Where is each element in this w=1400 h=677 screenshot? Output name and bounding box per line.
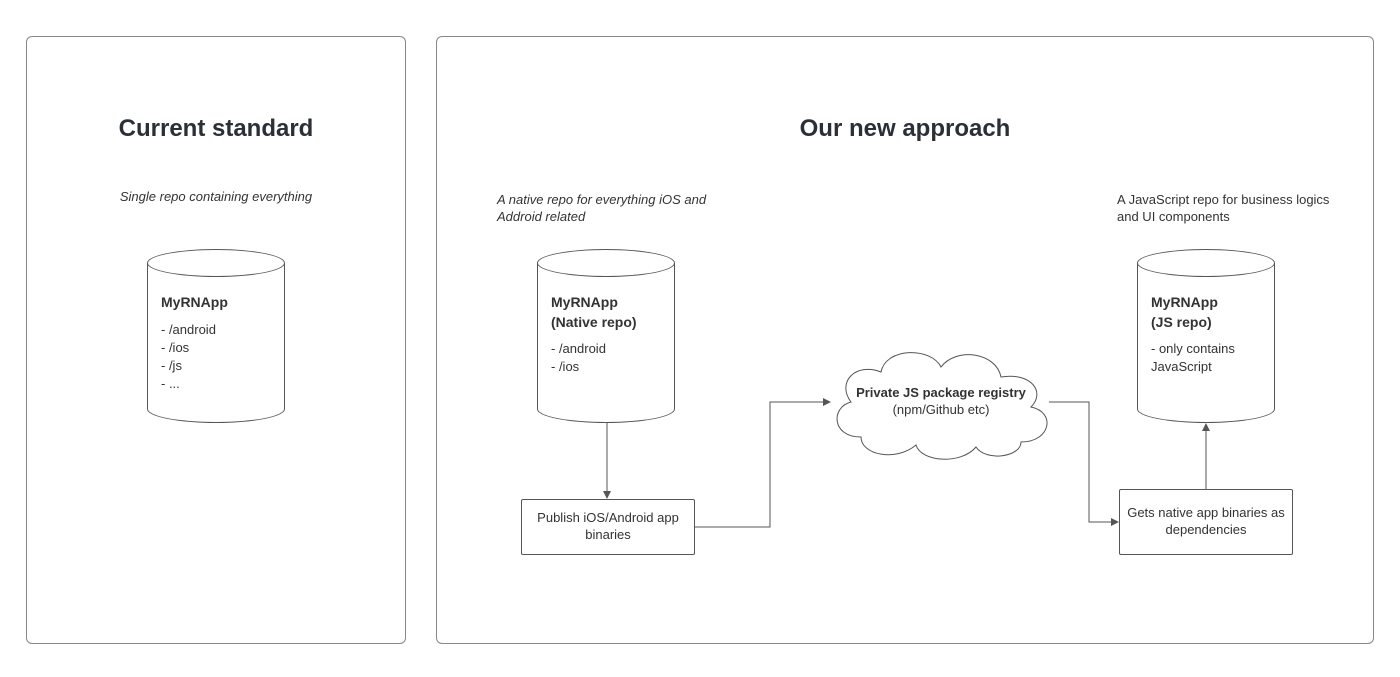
repo-item: - /js xyxy=(161,357,271,375)
repo-item: - ... xyxy=(161,375,271,393)
arrow-gets-to-js xyxy=(1201,423,1211,489)
repo-item: - /ios xyxy=(161,339,271,357)
panel-new-approach: Our new approach A native repo for every… xyxy=(436,36,1374,644)
repo-item: - /android xyxy=(161,321,271,339)
repo-paren-native: (Native repo) xyxy=(551,313,661,333)
panel-current-standard: Current standard Single repo containing … xyxy=(26,36,406,644)
repo-paren-js: (JS repo) xyxy=(1151,313,1261,333)
box-publish: Publish iOS/Android app binaries xyxy=(521,499,695,555)
repo-name-js: MyRNApp xyxy=(1151,293,1261,313)
cylinder-current-repo: MyRNApp - /android - /ios - /js - ... xyxy=(147,249,285,409)
subtitle-native: A native repo for everything iOS and Add… xyxy=(497,192,717,226)
cloud-sub: (npm/Github etc) xyxy=(893,402,990,419)
cloud-title: Private JS package registry xyxy=(856,385,1026,402)
repo-name-native: MyRNApp xyxy=(551,293,661,313)
title-current: Current standard xyxy=(27,115,405,143)
title-new: Our new approach xyxy=(437,115,1373,143)
repo-name-current: MyRNApp xyxy=(161,293,271,313)
arrow-publish-to-cloud xyxy=(695,392,835,532)
arrow-cloud-to-gets xyxy=(1049,392,1129,532)
cloud-registry: Private JS package registry (npm/Github … xyxy=(821,337,1061,467)
repo-item: - /ios xyxy=(551,358,661,376)
box-gets: Gets native app binaries as dependencies xyxy=(1119,489,1293,555)
cylinder-native-repo: MyRNApp (Native repo) - /android - /ios xyxy=(537,249,675,409)
repo-item: - /android xyxy=(551,340,661,358)
repo-item: - only contains JavaScript xyxy=(1151,340,1261,376)
subtitle-js: A JavaScript repo for business logics an… xyxy=(1117,192,1337,226)
cylinder-js-repo: MyRNApp (JS repo) - only contains JavaSc… xyxy=(1137,249,1275,409)
arrow-native-to-publish xyxy=(602,423,612,499)
subtitle-current: Single repo containing everything xyxy=(27,189,405,206)
